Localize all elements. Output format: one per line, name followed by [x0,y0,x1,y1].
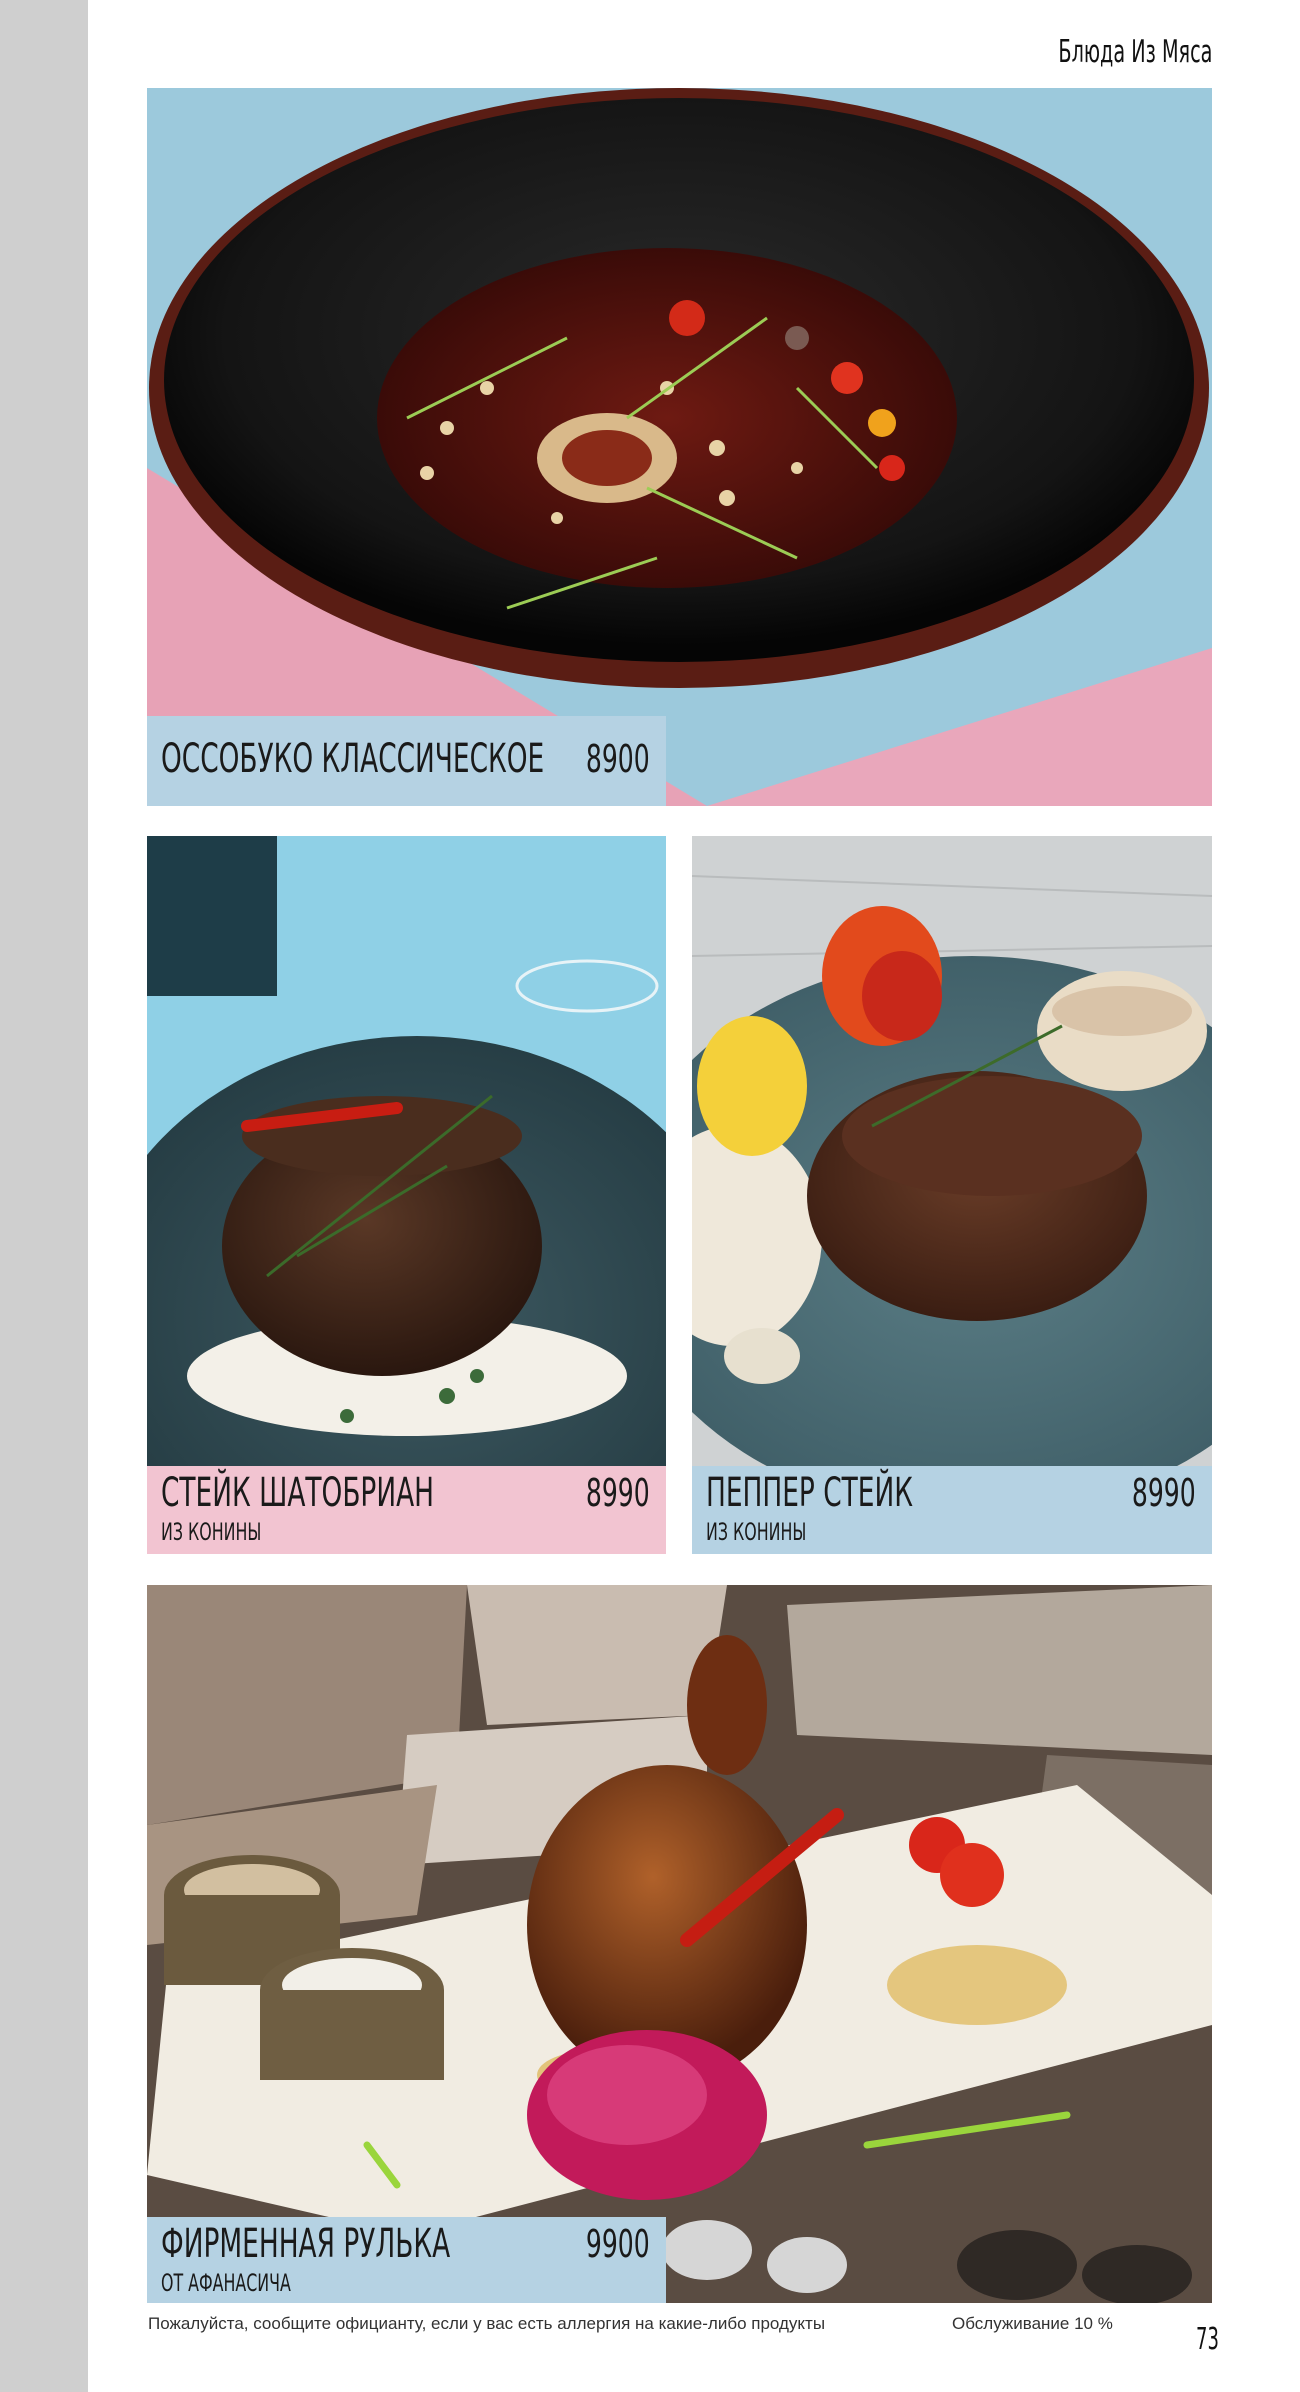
dish-card-pork-knuckle: ФИРМЕННАЯ РУЛЬКА 9900 ОТ АФАНАСИЧА [147,1585,1212,2303]
dish-subtitle: ИЗ КОНИНЫ [161,1518,262,1546]
pepper-steak-photo [692,836,1212,1554]
dish-card-chateaubriand: СТЕЙК ШАТОБРИАН 8990 ИЗ КОНИНЫ [147,836,666,1554]
left-margin-strip [0,0,88,2392]
dish-price: 8900 [586,737,650,781]
dish-price: 8990 [586,1471,650,1515]
pork-knuckle-photo [147,1585,1212,2303]
page-number: 73 [1196,2322,1219,2357]
dish-name: ФИРМЕННАЯ РУЛЬКА [161,2221,451,2267]
dish-name: ПЕППЕР СТЕЙК [706,1470,913,1516]
service-charge: Обслуживание 10 % [952,2314,1113,2333]
dish-card-pepper-steak: ПЕППЕР СТЕЙК 8990 ИЗ КОНИНЫ [692,836,1212,1554]
dish-caption: ПЕППЕР СТЕЙК 8990 ИЗ КОНИНЫ [692,1466,1212,1554]
ossobuco-photo [147,88,1212,806]
dish-price: 8990 [1132,1471,1196,1515]
dish-subtitle: ИЗ КОНИНЫ [706,1518,807,1546]
allergy-note: Пожалуйста, сообщите официанту, если у в… [148,2314,826,2333]
dish-name: ОССОБУКО КЛАССИЧЕСКОЕ [161,736,545,782]
dish-caption: ФИРМЕННАЯ РУЛЬКА 9900 ОТ АФАНАСИЧА [147,2217,666,2303]
dish-price: 9900 [586,2222,650,2266]
dish-card-ossobuco: ОССОБУКО КЛАССИЧЕСКОЕ 8900 [147,88,1212,806]
dish-name: СТЕЙК ШАТОБРИАН [161,1470,435,1516]
section-title: Блюда Из Мяса [1057,34,1212,70]
dish-caption: СТЕЙК ШАТОБРИАН 8990 ИЗ КОНИНЫ [147,1466,666,1554]
dish-subtitle: ОТ АФАНАСИЧА [161,2269,291,2297]
chateaubriand-photo [147,836,666,1554]
dish-caption: ОССОБУКО КЛАССИЧЕСКОЕ 8900 [147,716,666,806]
